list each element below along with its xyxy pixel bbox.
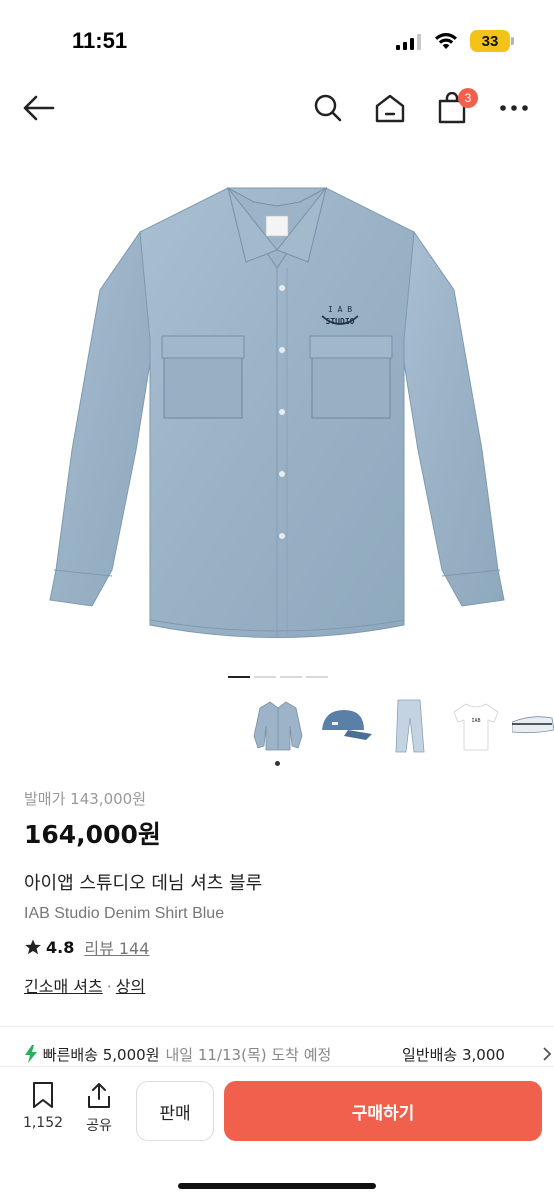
thumbnail-jeans[interactable] bbox=[380, 696, 440, 756]
shipping-options[interactable]: 빠른배송 5,000원 내일 11/13(목) 도착 예정 일반배송 3,000 bbox=[24, 1044, 554, 1068]
price: 164,000원 bbox=[24, 820, 161, 849]
home-button[interactable] bbox=[372, 90, 408, 126]
product-image[interactable]: I A B STUDIO bbox=[0, 150, 554, 660]
back-arrow-icon bbox=[23, 95, 55, 121]
more-dots-icon bbox=[500, 105, 528, 111]
sell-button[interactable]: 판매 bbox=[136, 1081, 214, 1141]
product-name-korean: 아이앱 스튜디오 데님 셔츠 블루 bbox=[24, 873, 263, 894]
rating-score: 4.8 bbox=[46, 937, 75, 957]
bookmark-count: 1,152 bbox=[22, 1115, 64, 1131]
thumbnail-bag[interactable] bbox=[512, 696, 554, 756]
wifi-icon bbox=[435, 33, 457, 49]
home-indicator bbox=[178, 1183, 376, 1189]
thumbnail-tshirt[interactable]: IAB bbox=[446, 696, 506, 756]
signal-icon bbox=[396, 34, 421, 50]
category-separator: · bbox=[106, 977, 112, 996]
battery-icon: 33 bbox=[470, 30, 510, 52]
back-button[interactable] bbox=[20, 90, 56, 126]
page-dot-3 bbox=[280, 676, 302, 678]
thumbnail-cap[interactable] bbox=[314, 696, 374, 756]
thumbnail-denim-shirt[interactable] bbox=[248, 696, 308, 756]
original-price: 발매가 143,000원 bbox=[24, 790, 146, 808]
logo-top-text: I A B bbox=[328, 305, 352, 314]
bookmark-icon bbox=[33, 1082, 53, 1108]
category-long-sleeve-shirt[interactable]: 긴소매 셔츠 bbox=[24, 977, 103, 996]
page-dot-1 bbox=[228, 676, 250, 678]
battery-cap bbox=[511, 37, 514, 45]
cart-count-badge: 3 bbox=[458, 88, 478, 108]
rating-row: 4.8 리뷰 144 bbox=[24, 935, 534, 959]
fast-shipping-arrival: 내일 11/13(목) 도착 예정 bbox=[165, 1046, 332, 1064]
more-button[interactable] bbox=[496, 90, 532, 126]
fast-shipping-label: 빠른배송 5,000원 bbox=[42, 1046, 160, 1064]
thumbnail-selected-dot bbox=[275, 761, 280, 766]
product-info: 발매가 143,000원 164,000원 아이앱 스튜디오 데님 셔츠 블루 … bbox=[24, 786, 534, 997]
page-dot-4 bbox=[306, 676, 328, 678]
share-button[interactable]: 공유 bbox=[74, 1081, 124, 1135]
lightning-icon bbox=[25, 1045, 37, 1063]
related-thumbnails: IAB bbox=[244, 696, 554, 766]
battery-level: 33 bbox=[481, 32, 499, 50]
star-icon bbox=[25, 939, 41, 955]
reviews-link[interactable]: 리뷰 144 bbox=[84, 935, 149, 959]
status-bar: 11:51 33 bbox=[0, 0, 554, 84]
section-divider bbox=[0, 1026, 554, 1027]
gallery-page-indicator bbox=[228, 676, 328, 679]
svg-text:IAB: IAB bbox=[471, 718, 480, 724]
search-icon bbox=[314, 94, 342, 122]
share-icon bbox=[88, 1083, 110, 1108]
search-button[interactable] bbox=[310, 90, 346, 126]
chevron-right-icon bbox=[543, 1047, 552, 1061]
page-dot-2 bbox=[254, 676, 276, 678]
share-label: 공유 bbox=[86, 1118, 112, 1134]
category-links: 긴소매 셔츠 · 상의 bbox=[24, 973, 534, 997]
status-time: 11:51 bbox=[72, 28, 128, 53]
buy-button[interactable]: 구매하기 bbox=[224, 1081, 542, 1141]
category-tops[interactable]: 상의 bbox=[116, 977, 145, 996]
bottom-action-bar: 1,152 공유 판매 구매하기 bbox=[0, 1066, 554, 1200]
product-name-english: IAB Studio Denim Shirt Blue bbox=[24, 905, 225, 922]
top-nav: 3 bbox=[0, 84, 554, 134]
normal-shipping-label: 일반배송 3,000 bbox=[402, 1046, 505, 1064]
bookmark-button[interactable]: 1,152 bbox=[18, 1081, 68, 1131]
home-icon bbox=[375, 94, 405, 123]
